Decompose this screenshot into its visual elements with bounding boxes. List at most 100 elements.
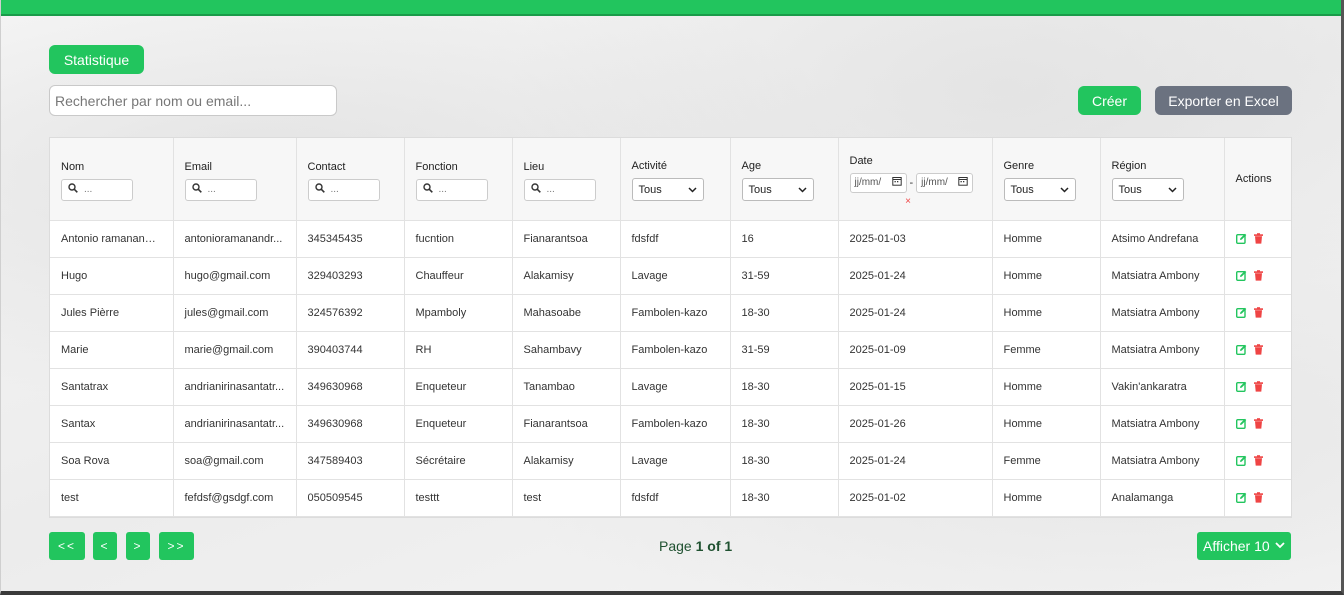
header-contact: Contact ... — [296, 138, 405, 221]
cell-contact: 345345435 — [296, 220, 405, 258]
cell-email: andrianirinasantatr... — [173, 368, 297, 406]
header-genre: Genre Tous — [992, 138, 1101, 221]
filter-lieu-input[interactable]: ... — [523, 178, 596, 201]
cell-date: 2025-01-03 — [838, 220, 993, 258]
date-placeholder: jj/mm/ — [854, 177, 882, 189]
table-row: Santax andrianirinasantatr... 349630968 Enq… — [50, 405, 1291, 443]
page-size-select[interactable]: Afficher 10 — [1197, 532, 1291, 560]
cell-lieu: Alakamisy — [512, 257, 621, 295]
cell-nom: Hugo — [50, 257, 174, 295]
date-to-input[interactable]: jj/mm/ — [916, 172, 974, 193]
edit-icon[interactable] — [1235, 418, 1247, 430]
cell-region: Matsiatra Ambony — [1100, 257, 1225, 295]
search-icon — [530, 183, 541, 196]
edit-icon[interactable] — [1235, 270, 1247, 282]
edit-icon[interactable] — [1235, 455, 1247, 467]
filter-fonction-input[interactable]: ... — [415, 178, 488, 201]
cell-email: jules@gmail.com — [173, 294, 297, 332]
delete-icon[interactable] — [1253, 307, 1264, 318]
cell-contact: 349630968 — [296, 368, 405, 406]
filter-genre-select[interactable]: Tous — [1003, 178, 1076, 202]
cell-actions — [1224, 442, 1291, 480]
delete-icon[interactable] — [1253, 418, 1264, 429]
header-label: Contact — [307, 160, 346, 173]
cell-actions — [1224, 257, 1291, 295]
edit-icon[interactable] — [1235, 492, 1247, 504]
next-page-button[interactable]: > — [126, 532, 150, 560]
cell-lieu: Fianarantsoa — [512, 405, 621, 443]
header-label: Email — [184, 160, 213, 173]
cell-region: Matsiatra Ambony — [1100, 294, 1225, 332]
delete-icon[interactable] — [1253, 270, 1264, 281]
cell-lieu: Sahambavy — [512, 331, 621, 369]
cell-genre: Homme — [992, 220, 1101, 258]
filter-region-select[interactable]: Tous — [1111, 178, 1184, 202]
cell-nom: Antonio ramanandr... — [50, 220, 174, 258]
header-date: Date jj/mm/ - jj/mm/ × — [838, 138, 993, 221]
cell-lieu: Mahasoabe — [512, 294, 621, 332]
cell-genre: Homme — [992, 294, 1101, 332]
date-from-input[interactable]: jj/mm/ — [849, 172, 907, 193]
statistique-button[interactable]: Statistique — [49, 45, 144, 74]
header-label: Age — [741, 160, 762, 173]
delete-icon[interactable] — [1253, 233, 1264, 244]
cell-activite: Fambolen-kazo — [620, 331, 731, 369]
cell-activite: Fambolen-kazo — [620, 294, 731, 332]
row-actions — [1235, 455, 1281, 467]
filter-nom-input[interactable]: ... — [61, 178, 133, 201]
cell-age: 18-30 — [730, 294, 839, 332]
cell-email: fefdsf@gsdgf.com — [173, 479, 297, 517]
table-row: Santatrax andrianirinasantatr... 349630968… — [50, 368, 1291, 406]
table-row: Soa Rova soa@gmail.com 347589403 Sécrétaire… — [50, 442, 1291, 480]
cell-actions — [1224, 331, 1291, 369]
chevron-down-icon — [1275, 540, 1285, 552]
row-actions — [1235, 307, 1281, 319]
page-count: 1 of 1 — [695, 538, 733, 554]
date-range-filter: jj/mm/ - jj/mm/ — [849, 172, 981, 193]
cell-fonction: Sécrétaire — [404, 442, 513, 480]
cell-date: 2025-01-02 — [838, 479, 993, 517]
delete-icon[interactable] — [1253, 381, 1264, 392]
table-body: Antonio ramanandr... antonioramanandr... 3… — [50, 220, 1291, 517]
filter-age-select[interactable]: Tous — [741, 178, 814, 202]
delete-icon[interactable] — [1253, 344, 1264, 355]
delete-icon[interactable] — [1253, 492, 1264, 503]
cell-activite: Lavage — [620, 442, 731, 480]
cell-contact: 329403293 — [296, 257, 405, 295]
filter-email-input[interactable]: ... — [184, 178, 257, 201]
row-actions — [1235, 270, 1281, 282]
filter-placeholder: ... — [546, 184, 555, 196]
table-row: Antonio ramanandr... antonioramanandr... 3… — [50, 220, 1291, 258]
header-age: Age Tous — [730, 138, 839, 221]
edit-icon[interactable] — [1235, 381, 1247, 393]
page-indicator: Page 1 of 1 — [659, 538, 732, 554]
cell-age: 18-30 — [730, 442, 839, 480]
filter-contact-input[interactable]: ... — [307, 178, 380, 201]
cell-lieu: Alakamisy — [512, 442, 621, 480]
row-actions — [1235, 492, 1281, 504]
edit-icon[interactable] — [1235, 344, 1247, 356]
cell-region: Matsiatra Ambony — [1100, 405, 1225, 443]
cell-date: 2025-01-24 — [838, 294, 993, 332]
cell-actions — [1224, 220, 1291, 258]
cell-actions — [1224, 479, 1291, 517]
header-lieu: Lieu ... — [512, 138, 621, 221]
cell-age: 31-59 — [730, 331, 839, 369]
clear-date-icon[interactable]: × — [838, 196, 981, 207]
prev-page-button[interactable]: < — [93, 532, 117, 560]
cell-age: 18-30 — [730, 479, 839, 517]
filter-activite-select[interactable]: Tous — [631, 178, 704, 202]
header-actions: Actions — [1224, 138, 1291, 221]
last-page-button[interactable]: >> — [159, 532, 194, 560]
edit-icon[interactable] — [1235, 307, 1247, 319]
table-header-row: Nom ... Email ... Contact ... Fonction .… — [50, 138, 1291, 221]
edit-icon[interactable] — [1235, 233, 1247, 245]
cell-date: 2025-01-24 — [838, 257, 993, 295]
create-button[interactable]: Créer — [1078, 86, 1141, 115]
delete-icon[interactable] — [1253, 455, 1264, 466]
search-input[interactable] — [49, 85, 337, 116]
export-excel-button[interactable]: Exporter en Excel — [1155, 86, 1292, 115]
cell-date: 2025-01-26 — [838, 405, 993, 443]
header-email: Email ... — [173, 138, 297, 221]
first-page-button[interactable]: << — [49, 532, 85, 560]
